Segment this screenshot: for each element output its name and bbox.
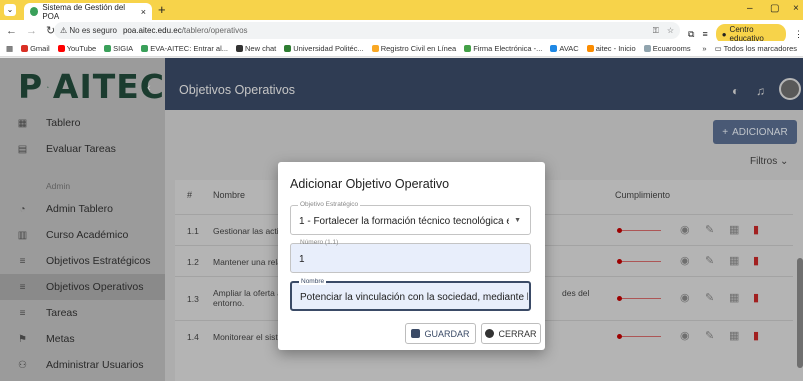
tab-close-icon[interactable]: × xyxy=(141,7,146,17)
forward-icon[interactable]: → xyxy=(26,25,37,37)
url-host: poa.aitec.edu.ec xyxy=(122,26,182,35)
field-label: Número (1.1) xyxy=(300,239,339,246)
media-control-icon[interactable]: ≡ xyxy=(702,29,707,39)
numero-field[interactable]: Número (1.1) 1 xyxy=(290,239,531,273)
maximize-icon[interactable]: ▢ xyxy=(770,3,779,14)
not-secure-badge[interactable]: ⚠ No es seguro xyxy=(60,26,117,35)
close-window-icon[interactable]: × xyxy=(793,3,799,14)
bookmark-universidad[interactable]: Universidad Politéc... xyxy=(284,44,364,53)
bookmark-new-chat[interactable]: New chat xyxy=(236,44,276,53)
objetivo-estrategico-select[interactable]: Objetivo Estratégico 1 - Fortalecer la f… xyxy=(290,201,531,235)
browser-tab[interactable]: Sistema de Gestión del POA × xyxy=(24,2,152,21)
password-key-icon[interactable]: ⚿ xyxy=(653,26,659,36)
field-label: Nombre xyxy=(299,278,327,285)
site-favicon-icon xyxy=(30,7,39,16)
new-tab-icon[interactable]: + xyxy=(158,2,166,17)
dropdown-caret-icon: ▼ xyxy=(514,217,521,224)
bookmark-aitec[interactable]: aitec - Inicio xyxy=(586,44,636,53)
back-icon[interactable]: ← xyxy=(6,25,17,37)
browser-tabbar: ⌄ Sistema de Gestión del POA × + – ▢ × xyxy=(0,0,803,21)
field-value: 1 xyxy=(299,254,305,265)
floppy-disk-icon xyxy=(411,329,421,338)
nombre-field[interactable]: Nombre Potenciar la vinculación con la s… xyxy=(290,278,531,311)
url-path: /tablero/operativos xyxy=(181,26,248,35)
dialog-title: Adicionar Objetivo Operativo xyxy=(290,177,450,191)
bookmark-registro-civil[interactable]: Registro Civil en Línea xyxy=(371,44,456,53)
field-value: 1 - Fortalecer la formación técnico tecn… xyxy=(299,216,509,227)
field-value: Potenciar la vinculación con la sociedad… xyxy=(300,292,528,303)
tab-title: Sistema de Gestión del POA xyxy=(42,2,126,21)
minimize-icon[interactable]: – xyxy=(747,3,753,14)
bookmark-star-icon[interactable]: ☆ xyxy=(667,26,674,36)
bookmark-avac[interactable]: AVAC xyxy=(550,44,579,53)
close-button-label: CERRAR xyxy=(498,328,537,339)
address-bar: ← → ↻ ⚠ No es seguro poa.aitec.edu.ec /t… xyxy=(0,20,803,44)
bookmark-sigia[interactable]: SIGIA xyxy=(104,44,133,53)
bookmark-gmail[interactable]: Gmail xyxy=(21,44,50,53)
url-field[interactable]: ⚠ No es seguro poa.aitec.edu.ec /tablero… xyxy=(54,22,680,39)
apps-grid-icon[interactable]: ▦ xyxy=(6,44,13,53)
bookmark-ecuarooms[interactable]: Ecuarooms xyxy=(643,44,691,53)
bookmarks-bar: ▦ Gmail YouTube SIGIA EVA-AITEC: Entrar … xyxy=(0,41,803,57)
bookmark-eva[interactable]: EVA-AITEC: Entrar al... xyxy=(141,44,228,53)
save-button-label: GUARDAR xyxy=(424,328,470,339)
bookmarks-more-icon[interactable]: » xyxy=(702,44,706,53)
all-bookmarks-folder[interactable]: ▭ Todos los marcadores xyxy=(715,44,797,53)
profile-avatar-icon: ● xyxy=(721,29,727,39)
close-button[interactable]: CERRAR xyxy=(481,323,541,344)
close-circle-icon xyxy=(485,329,495,338)
bookmark-firma[interactable]: Firma Electrónica -... xyxy=(464,44,542,53)
field-label: Objetivo Estratégico xyxy=(298,201,361,208)
extensions-icon[interactable]: ⧉ xyxy=(688,29,694,40)
add-objective-dialog: Adicionar Objetivo Operativo Objetivo Es… xyxy=(278,162,545,350)
bookmark-youtube[interactable]: YouTube xyxy=(57,44,96,53)
save-button[interactable]: GUARDAR xyxy=(405,323,476,344)
tab-list-chevron-icon[interactable]: ⌄ xyxy=(4,4,16,16)
browser-menu-icon[interactable]: ⋮ xyxy=(794,29,803,40)
